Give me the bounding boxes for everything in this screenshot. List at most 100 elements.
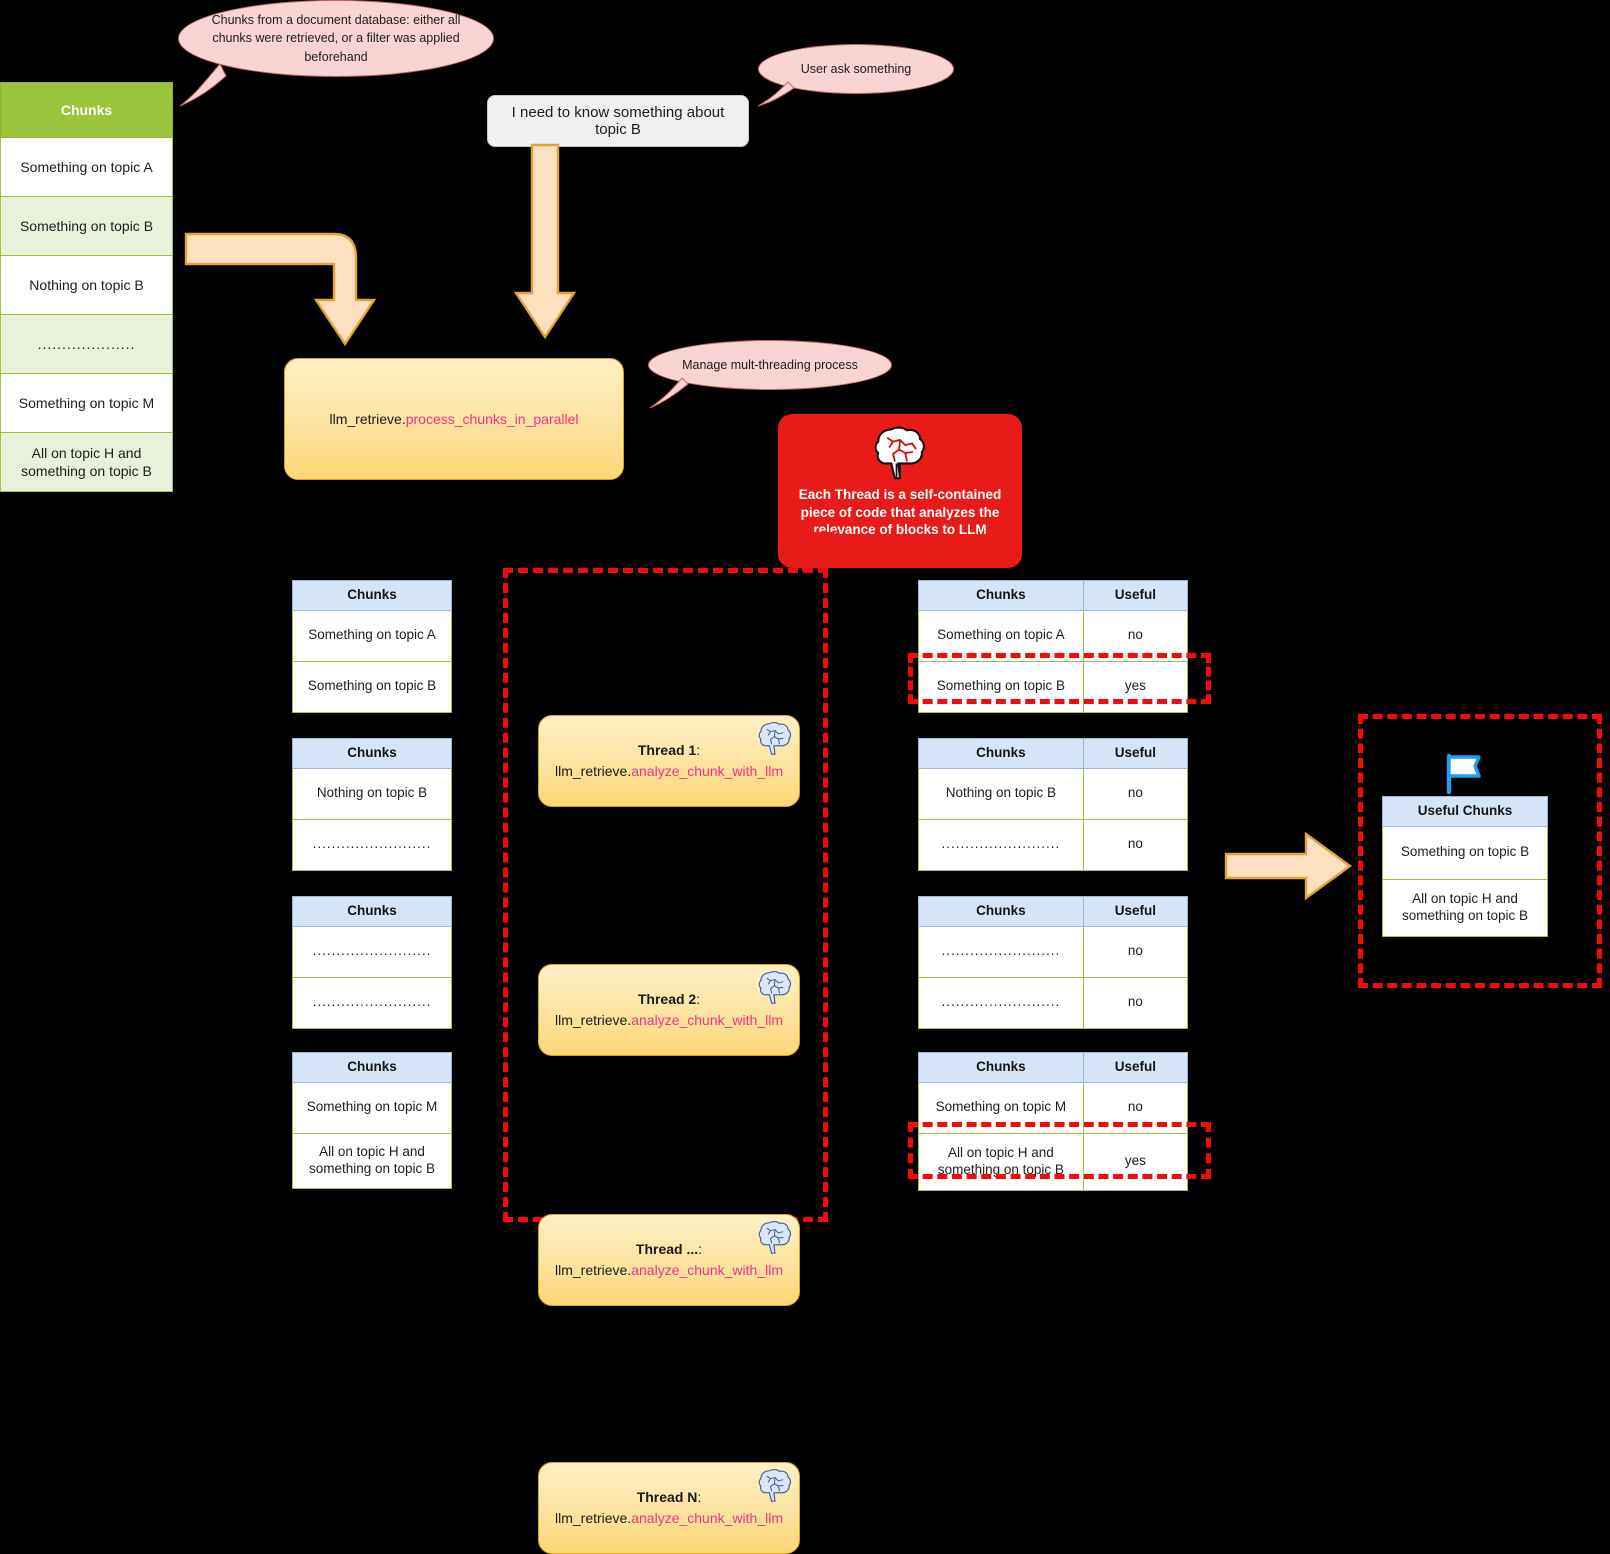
thread-explanation-callout: Each Thread is a self-contained piece of… (778, 414, 1022, 572)
table-row: Nothing on topic B (0, 255, 173, 315)
thread-label: Thread N (636, 1489, 698, 1505)
user-message-box: I need to know something about topic B (487, 95, 749, 147)
user-message-text: I need to know something about topic B (511, 104, 725, 138)
thread-colon: : (696, 991, 701, 1007)
thread-prefix: llm_retrieve. (554, 763, 632, 779)
chunks-header: Chunks (292, 580, 452, 611)
chunks-header: Chunks (918, 580, 1084, 611)
table-row: ......................... no (918, 818, 1189, 871)
chunk-cell: ......................... (918, 925, 1084, 978)
useful-cell: no (1082, 818, 1189, 871)
useful-row-highlight-1 (908, 653, 1211, 704)
threads-group-outline (503, 568, 828, 1222)
table-row: Nothing on topic B no (918, 767, 1189, 820)
table-row: ......................... (292, 818, 452, 871)
thread-box-2: Thread 2: llm_retrieve.analyze_chunk_wit… (538, 964, 800, 1056)
brain-icon (874, 426, 925, 480)
chunks-table: Chunks Nothing on topic B ..............… (292, 738, 452, 871)
chunk-cell: Nothing on topic B (918, 767, 1084, 820)
table-row: All on topic H and something on topic B (1382, 878, 1548, 937)
thread-explanation-text: Each Thread is a self-contained piece of… (798, 487, 1002, 538)
thread-method: analyze_chunk_with_llm (631, 1262, 783, 1278)
thread-box-4: Thread N: llm_retrieve.analyze_chunk_wit… (538, 1462, 800, 1554)
useful-header: Useful (1082, 580, 1189, 611)
chunks-header: Chunks (292, 896, 452, 927)
thread-colon: : (698, 1241, 703, 1257)
brain-icon (758, 1469, 791, 1502)
thread-prefix: llm_retrieve. (554, 1012, 632, 1028)
table-row: All on topic H and something on topic B (0, 432, 173, 492)
source-chunks-table: Chunks Something on topic A Something on… (0, 82, 173, 492)
process-method: process_chunks_in_parallel (405, 410, 579, 427)
chunks-table: Chunks Something on topic M All on topic… (292, 1052, 452, 1189)
chunks-useful-table: Chunks Useful ......................... … (918, 896, 1189, 1029)
useful-header: Useful (1082, 896, 1189, 927)
process-prefix: llm_retrieve. (329, 410, 406, 427)
thread-box-1: Thread 1: llm_retrieve.analyze_chunk_wit… (538, 715, 800, 807)
thread-label: Thread 2 (637, 991, 697, 1007)
brain-icon (758, 722, 791, 755)
useful-cell: no (1082, 976, 1189, 1029)
thread-prefix: llm_retrieve. (554, 1510, 632, 1526)
arrow-chunks-to-process-icon (184, 232, 377, 347)
chunks-table: Chunks ......................... .......… (292, 896, 452, 1029)
table-row: .................... (0, 314, 173, 374)
callout-manage-threads: Manage mult-threading process (648, 340, 892, 409)
callout-chunks-source: Chunks from a document database: either … (178, 0, 494, 107)
chunks-header: Chunks (918, 1052, 1084, 1083)
callout-tail-icon (649, 377, 689, 409)
process-chunks-box: llm_retrieve.process_chunks_in_parallel (284, 358, 624, 480)
input-chunks-table-3: Chunks ......................... .......… (292, 896, 452, 1029)
useful-chunks-header: Useful Chunks (1382, 796, 1548, 827)
table-row: Nothing on topic B (292, 767, 452, 820)
input-chunks-table-1: Chunks Something on topic A Something on… (292, 580, 452, 713)
table-row: ......................... (292, 925, 452, 978)
table-row: Something on topic M (292, 1081, 452, 1134)
table-row: ......................... no (918, 925, 1189, 978)
thread-label: Thread 1 (637, 742, 697, 758)
brain-icon (758, 971, 791, 1004)
chunks-header: Chunks (918, 896, 1084, 927)
flag-icon (1446, 753, 1481, 795)
table-row: Something on topic B (0, 196, 173, 256)
thread-colon: : (697, 1489, 702, 1505)
output-table-3: Chunks Useful ......................... … (918, 896, 1189, 1029)
input-chunks-table-4: Chunks Something on topic M All on topic… (292, 1052, 452, 1189)
useful-cell: no (1082, 925, 1189, 978)
useful-chunks-table: Useful Chunks Something on topic B All o… (1382, 796, 1548, 937)
brain-icon (758, 1221, 791, 1254)
table-row: ......................... (292, 976, 452, 1029)
table-row: Something on topic B (1382, 825, 1548, 880)
chunks-table: Chunks Something on topic A Something on… (292, 580, 452, 713)
source-chunks-table-wrapper: Chunks Something on topic A Something on… (0, 82, 173, 492)
thread-method: analyze_chunk_with_llm (631, 763, 783, 779)
chunks-header: Chunks (292, 1052, 452, 1083)
arrow-message-to-process-icon (513, 143, 577, 340)
useful-row-highlight-4 (908, 1122, 1211, 1179)
table-row: Something on topic B (292, 660, 452, 713)
chunk-cell: ......................... (918, 818, 1084, 871)
output-table-2: Chunks Useful Nothing on topic B no ....… (918, 738, 1189, 871)
table-row: Something on topic M (0, 373, 173, 433)
chunks-header: Chunks (918, 738, 1084, 769)
callout-tail-icon (179, 63, 227, 107)
table-row: ......................... no (918, 976, 1189, 1029)
source-chunks-header: Chunks (0, 82, 173, 138)
useful-header: Useful (1082, 1052, 1189, 1083)
useful-cell: no (1082, 767, 1189, 820)
table-row: All on topic H and something on topic B (292, 1132, 452, 1189)
result-flag-wrapper (1443, 752, 1487, 795)
chunk-cell: ......................... (918, 976, 1084, 1029)
thread-method: analyze_chunk_with_llm (631, 1012, 783, 1028)
result-useful-chunks-table: Useful Chunks Something on topic B All o… (1382, 796, 1548, 937)
thread-colon: : (696, 742, 701, 758)
thread-method: analyze_chunk_with_llm (631, 1510, 783, 1526)
arrow-to-result-icon (1224, 831, 1353, 901)
useful-header: Useful (1082, 738, 1189, 769)
chunks-header: Chunks (292, 738, 452, 769)
callout-user-ask: User ask something (757, 44, 954, 107)
thread-prefix: llm_retrieve. (554, 1262, 632, 1278)
thread-label: Thread ... (635, 1241, 699, 1257)
table-row: Something on topic A (292, 609, 452, 662)
chunks-useful-table: Chunks Useful Nothing on topic B no ....… (918, 738, 1189, 871)
